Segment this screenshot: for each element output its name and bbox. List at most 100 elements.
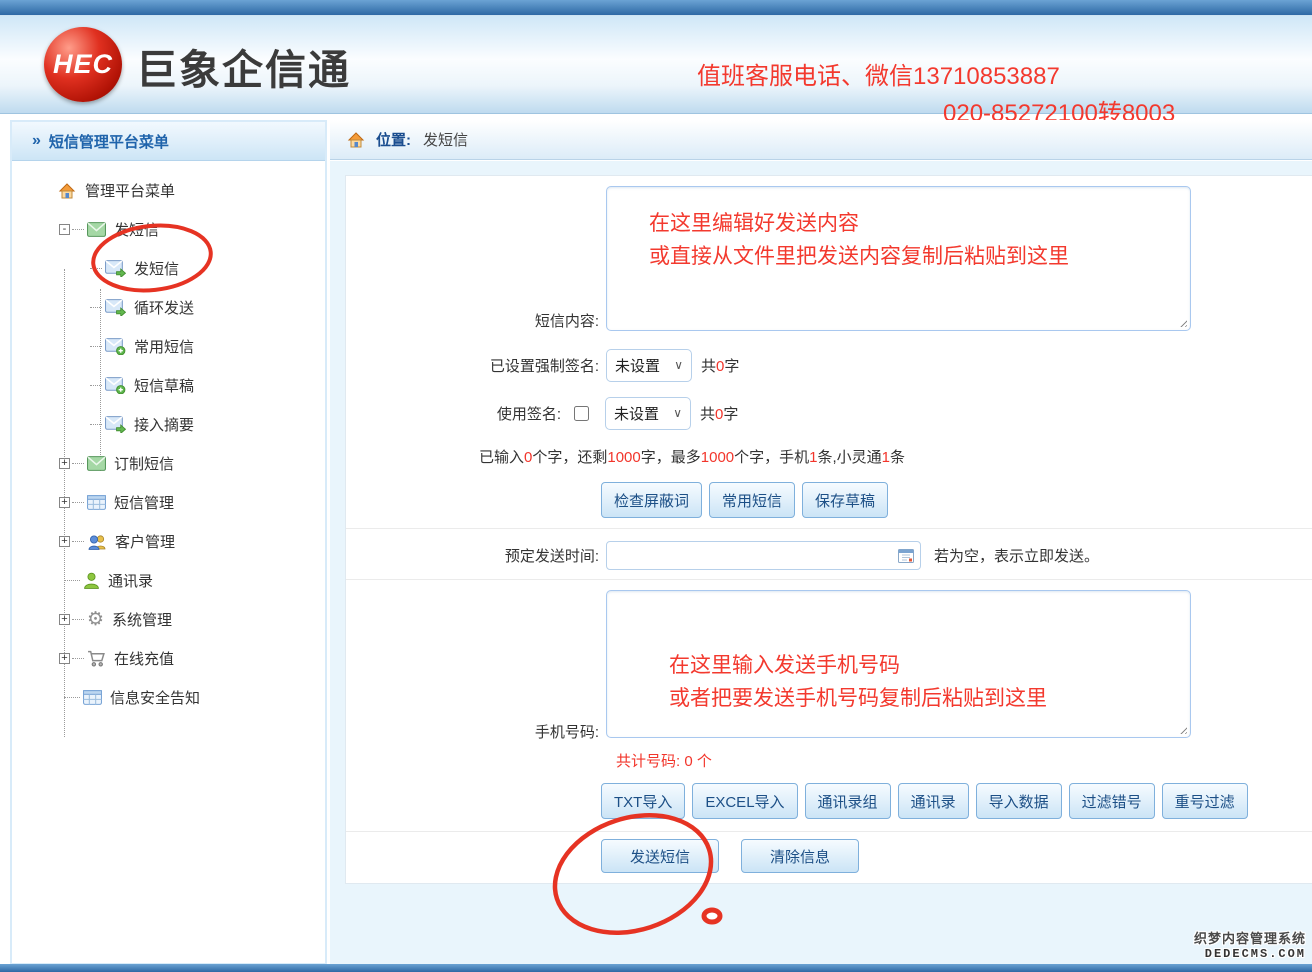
watermark-cn: 织梦内容管理系统: [1194, 928, 1306, 947]
use-signature-checkbox[interactable]: [574, 406, 589, 421]
sidebar-item-label: 系统管理: [112, 609, 172, 630]
phone-numbers-line1: 在这里输入发送手机号码: [669, 649, 1180, 682]
sidebar-item-platform-menu[interactable]: 管理平台菜单: [12, 171, 325, 210]
common-sms-button[interactable]: 常用短信: [709, 482, 795, 518]
send-sms-form: 在这里编辑好发送内容 或直接从文件里把发送内容复制后粘贴到这里 短信内容: 已设…: [345, 175, 1312, 884]
sms-content-textarea[interactable]: 在这里编辑好发送内容 或直接从文件里把发送内容复制后粘贴到这里: [606, 186, 1191, 331]
sidebar-item-send-sms-group[interactable]: - 发短信: [12, 210, 325, 249]
forced-signature-row: 已设置强制签名: 未设置 共0字: [346, 348, 739, 382]
watermark-en: DEDECMS.COM: [1194, 947, 1306, 961]
main-content: 在这里编辑好发送内容 或直接从文件里把发送内容复制后粘贴到这里 短信内容: 已设…: [330, 161, 1312, 972]
chevron-down-icon: [674, 358, 683, 372]
schedule-time-input[interactable]: [606, 541, 921, 570]
table-icon: [87, 495, 106, 510]
phone-numbers-textarea[interactable]: 在这里输入发送手机号码 或者把要发送手机号码复制后粘贴到这里: [606, 590, 1191, 738]
tree-connector: [72, 502, 84, 503]
sidebar-title: 短信管理平台菜单: [49, 131, 169, 152]
forced-signature-select[interactable]: 未设置: [606, 349, 692, 382]
expand-icon[interactable]: +: [59, 497, 70, 508]
sidebar-item-label: 通讯录: [108, 570, 153, 591]
sidebar-item-sms-manage[interactable]: + 短信管理: [12, 483, 325, 522]
sidebar-item-label: 发短信: [134, 258, 179, 279]
resize-handle[interactable]: [1178, 318, 1187, 327]
contact-group-button[interactable]: 通讯录组: [805, 783, 891, 819]
sidebar-item-common-sms[interactable]: 常用短信: [12, 327, 325, 366]
top-blue-bar: [0, 0, 1312, 16]
import-actions: TXT导入 EXCEL导入 通讯录组 通讯录 导入数据 过滤错号 重号过滤: [601, 783, 1255, 819]
tree-connector: [90, 424, 102, 425]
mail-send-icon: [105, 299, 126, 316]
import-data-button[interactable]: 导入数据: [976, 783, 1062, 819]
sidebar-item-send-sms[interactable]: 发短信: [12, 249, 325, 288]
sidebar-item-label: 短信草稿: [134, 375, 194, 396]
tree-connector: [90, 268, 102, 269]
sidebar-item-access-summary[interactable]: 接入摘要: [12, 405, 325, 444]
content-actions: 检查屏蔽词 常用短信 保存草稿: [601, 482, 895, 518]
calendar-icon[interactable]: [898, 548, 914, 563]
sms-content-line1: 在这里编辑好发送内容: [649, 207, 1180, 240]
sidebar-item-online-recharge[interactable]: + 在线充值: [12, 639, 325, 678]
sidebar-item-label: 信息安全告知: [110, 687, 200, 708]
home-icon: [346, 130, 366, 150]
schedule-time-label: 预定发送时间:: [346, 545, 599, 566]
breadcrumb-label: 位置:: [376, 129, 411, 150]
mail-send-icon: [105, 416, 126, 433]
sidebar-item-system-manage[interactable]: + 系统管理: [12, 600, 325, 639]
excel-import-button[interactable]: EXCEL导入: [692, 783, 797, 819]
resize-handle[interactable]: [1178, 725, 1187, 734]
home-icon: [57, 181, 77, 201]
use-signature-row: 使用签名: 未设置 共0字: [346, 396, 738, 430]
mail-green-icon: [87, 456, 106, 471]
sidebar-item-customer-manage[interactable]: + 客户管理: [12, 522, 325, 561]
dedupe-number-button[interactable]: 重号过滤: [1162, 783, 1248, 819]
double-arrow-icon: »: [32, 132, 41, 150]
collapse-icon[interactable]: -: [59, 224, 70, 235]
txt-import-button[interactable]: TXT导入: [601, 783, 685, 819]
sidebar-item-label: 订制短信: [114, 453, 174, 474]
char-count-info: 已输入0个字，还剩1000字，最多1000个字，手机1条,小灵通1条: [479, 446, 905, 467]
send-sms-button[interactable]: 发送短信: [601, 839, 719, 873]
sidebar-item-sms-draft[interactable]: 短信草稿: [12, 366, 325, 405]
use-signature-select[interactable]: 未设置: [605, 397, 691, 430]
mail-add-icon: [105, 338, 126, 355]
sidebar-item-info-security[interactable]: 信息安全告知: [12, 678, 325, 717]
phone-numbers-label: 手机号码:: [346, 721, 599, 742]
service-phone-line1: 值班客服电话、微信13710853887: [697, 56, 1060, 91]
sidebar-item-contacts[interactable]: 通讯录: [12, 561, 325, 600]
use-signature-count: 共0字: [700, 403, 738, 424]
sidebar-item-label: 客户管理: [115, 531, 175, 552]
sidebar-item-label: 在线充值: [114, 648, 174, 669]
check-blocked-words-button[interactable]: 检查屏蔽词: [601, 482, 702, 518]
save-draft-button[interactable]: 保存草稿: [802, 482, 888, 518]
forced-signature-label: 已设置强制签名:: [346, 355, 599, 376]
clear-info-button[interactable]: 清除信息: [741, 839, 859, 873]
sidebar-title-bar: » 短信管理平台菜单: [12, 122, 325, 161]
expand-icon[interactable]: +: [59, 614, 70, 625]
mail-green-icon: [87, 222, 106, 237]
user-green-icon: [83, 572, 100, 589]
sidebar-item-custom-sms[interactable]: + 订制短信: [12, 444, 325, 483]
brand-title: 巨象企信通: [136, 36, 351, 96]
breadcrumb-current-page: 发短信: [423, 129, 468, 150]
tree-connector: [72, 658, 84, 659]
schedule-row: 预定发送时间: 若为空，表示立即发送。: [346, 540, 1099, 571]
forced-signature-value: 未设置: [615, 355, 660, 376]
sidebar-tree: 管理平台菜单 - 发短信 发短信 循环发送 常用短信: [12, 161, 325, 717]
divider: [346, 831, 1312, 832]
expand-icon[interactable]: +: [59, 458, 70, 469]
tree-connector: [72, 619, 84, 620]
schedule-hint: 若为空，表示立即发送。: [934, 545, 1099, 566]
filter-wrong-number-button[interactable]: 过滤错号: [1069, 783, 1155, 819]
expand-icon[interactable]: +: [59, 536, 70, 547]
hec-logo: HEC: [44, 27, 122, 102]
cart-icon: [87, 650, 106, 667]
bottom-blue-bar: [0, 964, 1312, 972]
sidebar-item-label: 接入摘要: [134, 414, 194, 435]
contacts-button[interactable]: 通讯录: [898, 783, 969, 819]
sidebar-item-loop-send[interactable]: 循环发送: [12, 288, 325, 327]
breadcrumb: 位置: 发短信: [330, 120, 1312, 160]
tree-connector: [90, 385, 102, 386]
total-numbers-count: 共计号码: 0 个: [616, 750, 712, 771]
app-header: HEC 巨象企信通 值班客服电话、微信13710853887 020-85272…: [0, 16, 1312, 114]
expand-icon[interactable]: +: [59, 653, 70, 664]
